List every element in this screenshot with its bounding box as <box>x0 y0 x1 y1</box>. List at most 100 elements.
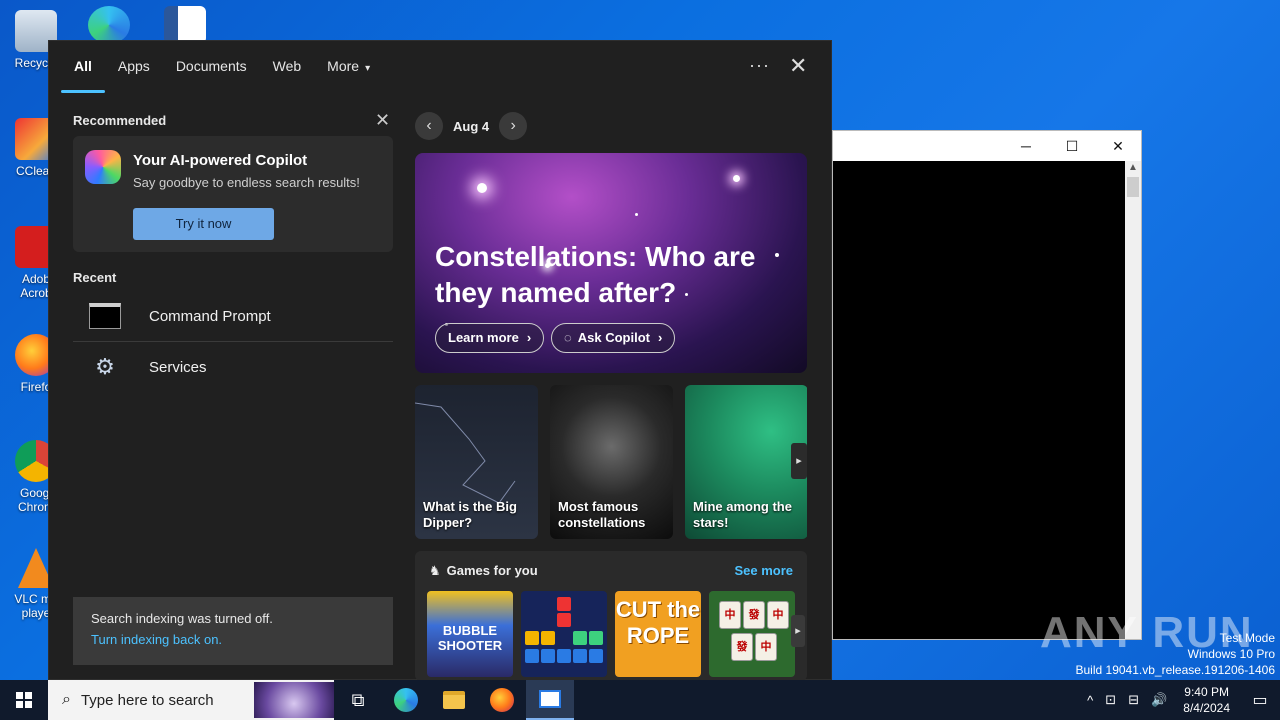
copilot-subtitle: Say goodbye to endless search results! <box>133 175 360 190</box>
game-title: BUBBLE SHOOTER <box>437 623 503 653</box>
recent-title: Recent <box>73 270 117 285</box>
next-day-button[interactable]: › <box>499 112 528 140</box>
tab-apps[interactable]: Apps <box>105 41 163 93</box>
copilot-icon <box>85 150 121 184</box>
recent-item-label: Services <box>149 358 207 376</box>
tab-label: Apps <box>117 58 150 74</box>
previous-day-button[interactable]: ‹ <box>415 112 443 140</box>
games-header: ♞ Games for you <box>429 563 538 579</box>
folder-icon <box>443 691 465 709</box>
scroll-thumb[interactable] <box>1127 177 1139 197</box>
mahjong-tile: 中 <box>755 633 777 661</box>
try-it-now-button[interactable]: Try it now <box>133 208 274 240</box>
ask-copilot-button[interactable]: ◌ Ask Copilot › <box>551 323 676 353</box>
games-section: ♞ Games for you See more BUBBLE SHOOTER C… <box>415 551 807 681</box>
task-view-icon: ⧉ <box>351 689 365 710</box>
window-app-icon <box>539 690 561 708</box>
chat-bubble-icon: ◌ <box>564 330 572 345</box>
tetris-block <box>541 631 555 645</box>
vertical-scrollbar[interactable]: ▲ <box>1125 161 1141 639</box>
game-tetris[interactable] <box>521 591 607 677</box>
tab-more[interactable]: More ▾ <box>314 41 383 93</box>
star-graphic <box>477 183 487 193</box>
taskbar-firefox[interactable] <box>478 680 526 720</box>
firefox-icon <box>490 688 514 712</box>
tab-label: All <box>74 58 92 74</box>
desktop-edge-icon[interactable] <box>88 6 130 44</box>
chevron-right-icon: › <box>657 330 663 345</box>
windows-logo-icon <box>16 692 32 708</box>
tetris-block <box>589 649 603 663</box>
topic-cards: What is the Big Dipper? Most famous cons… <box>415 385 807 539</box>
system-tray: ^ ⊡ ⊟ 🔊 9:40 PM 8/4/2024 ▭ <box>1081 680 1280 720</box>
show-hidden-icons-button[interactable]: ^ <box>1087 693 1093 708</box>
button-label: Ask Copilot <box>577 330 650 345</box>
tetris-block <box>557 649 571 663</box>
copilot-card: Your AI-powered Copilot Say goodbye to e… <box>73 136 393 252</box>
tab-label: Web <box>272 58 302 74</box>
search-panel: All Apps Documents Web More ▾ ··· ✕ Recom… <box>48 40 832 681</box>
cards-next-button[interactable]: ▸ <box>791 443 807 479</box>
highlight-date: Aug 4 <box>453 118 490 134</box>
games-icon: ♞ <box>429 563 441 578</box>
game-mahjong[interactable]: 中 發 中 發 中 <box>709 591 795 677</box>
tetris-block <box>541 649 555 663</box>
background-console-window[interactable]: ─ ☐ ✕ ▲ <box>832 130 1142 640</box>
clock[interactable]: 9:40 PM 8/4/2024 <box>1183 684 1230 716</box>
taskbar-search-box[interactable]: ⌕ Type here to search <box>48 680 334 720</box>
tab-documents[interactable]: Documents <box>163 41 260 93</box>
desktop-word-icon[interactable] <box>164 6 206 44</box>
task-view-button[interactable]: ⧉ <box>334 680 382 720</box>
close-icon[interactable]: ✕ <box>789 53 807 79</box>
edge-icon <box>394 688 418 712</box>
network-icon[interactable]: ⊟ <box>1128 692 1139 708</box>
chevron-right-icon: › <box>526 330 532 345</box>
maximize-button[interactable]: ☐ <box>1049 138 1095 155</box>
recent-item-services[interactable]: ⚙ Services <box>73 342 393 392</box>
games-next-button[interactable]: ▸ <box>791 615 805 647</box>
taskbar-edge[interactable] <box>382 680 430 720</box>
taskbar-active-app[interactable] <box>526 680 574 720</box>
more-options-icon[interactable]: ··· <box>749 55 770 76</box>
minimize-button[interactable]: ─ <box>1003 138 1049 154</box>
card-big-dipper[interactable]: What is the Big Dipper? <box>415 385 538 539</box>
game-bubble-shooter[interactable]: BUBBLE SHOOTER <box>427 591 513 677</box>
mahjong-tile: 中 <box>767 601 789 629</box>
dismiss-recommended-icon[interactable]: ✕ <box>375 110 390 131</box>
tab-web[interactable]: Web <box>260 41 315 93</box>
learn-more-button[interactable]: Learn more › <box>435 323 545 353</box>
search-icon: ⌕ <box>62 691 71 708</box>
watermark-line: Windows 10 Pro <box>1187 647 1275 661</box>
hero-card[interactable]: Constellations: Who are they named after… <box>415 153 807 373</box>
see-more-link[interactable]: See more <box>734 563 793 578</box>
tab-label: Documents <box>175 58 247 74</box>
volume-icon[interactable]: 🔊 <box>1151 692 1167 708</box>
games-title: Games for you <box>446 563 538 578</box>
taskbar: ⌕ Type here to search ⧉ ^ ⊡ ⊟ 🔊 9:40 PM … <box>0 680 1280 720</box>
taskbar-file-explorer[interactable] <box>430 680 478 720</box>
turn-indexing-on-link[interactable]: Turn indexing back on. <box>91 632 375 647</box>
window-titlebar[interactable]: ─ ☐ ✕ <box>833 131 1141 161</box>
card-caption: What is the Big Dipper? <box>423 499 517 530</box>
recent-item-command-prompt[interactable]: Command Prompt <box>73 291 393 341</box>
indexing-message: Search indexing was turned off. <box>91 611 273 626</box>
notification-center-icon[interactable]: ▭ <box>1240 690 1280 710</box>
game-cut-the-rope[interactable]: CUT the ROPE <box>615 591 701 677</box>
star-graphic <box>733 175 740 182</box>
tetris-block <box>525 649 539 663</box>
tetris-block <box>573 631 587 645</box>
tetris-block <box>589 631 603 645</box>
device-icon[interactable]: ⊡ <box>1105 692 1116 708</box>
scroll-up-icon[interactable]: ▲ <box>1125 161 1141 175</box>
start-button[interactable] <box>0 680 48 720</box>
gear-icon: ⚙ <box>95 354 115 379</box>
card-mine-among-stars[interactable]: Mine among the stars! <box>685 385 807 539</box>
button-label: Learn more <box>448 330 519 345</box>
tetris-block <box>573 649 587 663</box>
search-tabs: All Apps Documents Web More ▾ <box>49 41 831 93</box>
card-famous-constellations[interactable]: Most famous constellations <box>550 385 673 539</box>
tab-all[interactable]: All <box>61 41 105 93</box>
mahjong-tile: 發 <box>743 601 765 629</box>
close-button[interactable]: ✕ <box>1095 138 1141 155</box>
indexing-notice: Search indexing was turned off. Turn ind… <box>73 597 393 665</box>
